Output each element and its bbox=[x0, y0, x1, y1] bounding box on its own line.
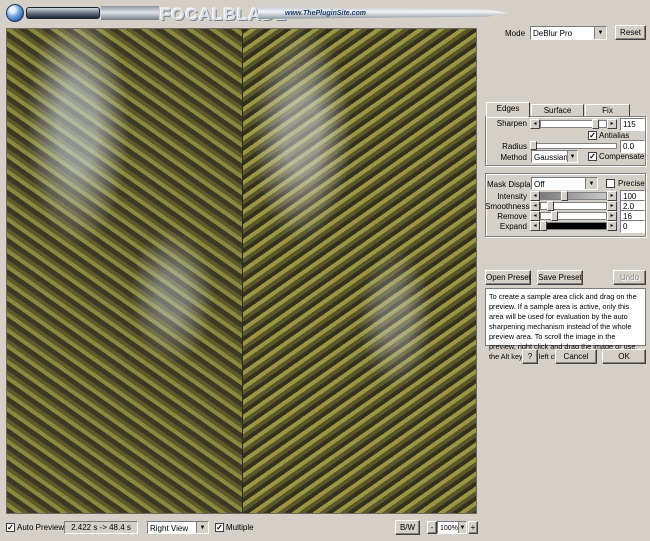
remove-slider-thumb[interactable] bbox=[551, 211, 558, 221]
ok-button[interactable]: OK bbox=[602, 349, 646, 364]
chevron-down-icon[interactable]: ▼ bbox=[458, 522, 466, 533]
expand-increase-button[interactable]: ▸ bbox=[607, 221, 617, 231]
cancel-button[interactable]: Cancel bbox=[555, 349, 597, 364]
check-icon: ✓ bbox=[589, 152, 596, 161]
mode-select-value: DeBlur Pro bbox=[533, 29, 573, 38]
expand-slider-thumb[interactable] bbox=[540, 221, 547, 231]
mode-select[interactable]: DeBlur Pro ▼ bbox=[530, 26, 607, 40]
expand-value-field[interactable]: 0 bbox=[620, 220, 645, 233]
open-preset-button[interactable]: Open Preset bbox=[485, 270, 531, 285]
compensate-label: Compensate bbox=[599, 152, 645, 161]
mask-display-select[interactable]: Off ▼ bbox=[531, 177, 598, 190]
radius-slider-track[interactable] bbox=[530, 143, 617, 149]
check-icon: ✓ bbox=[7, 523, 14, 532]
zoom-select[interactable]: 100% ▼ bbox=[437, 521, 467, 534]
blade-guard-icon bbox=[101, 6, 159, 20]
sharpen-slider-thumb[interactable] bbox=[592, 119, 599, 129]
radius-slider-thumb[interactable] bbox=[530, 141, 537, 150]
chevron-down-icon[interactable]: ▼ bbox=[585, 178, 597, 189]
preview-divider bbox=[242, 29, 243, 513]
chevron-down-icon[interactable]: ▼ bbox=[196, 522, 208, 533]
timing-readout: 2.422 s -> 48.4 s bbox=[64, 521, 138, 534]
method-select[interactable]: Gaussian ▼ bbox=[531, 150, 578, 163]
multiple-checkbox[interactable]: ✓ bbox=[215, 523, 224, 532]
remove-decrease-button[interactable]: ◂ bbox=[530, 211, 540, 221]
mask-display-label: Mask Display bbox=[487, 180, 535, 189]
mask-display-value: Off bbox=[534, 180, 545, 189]
smoothness-increase-button[interactable]: ▸ bbox=[607, 201, 617, 211]
mode-label: Mode bbox=[505, 29, 526, 38]
view-select-value: Right View bbox=[150, 524, 189, 533]
chevron-down-icon[interactable]: ▼ bbox=[567, 151, 577, 162]
method-label: Method bbox=[500, 153, 527, 162]
check-icon: ✓ bbox=[216, 523, 223, 532]
zoom-value: 100% bbox=[440, 525, 458, 532]
preview-area[interactable] bbox=[6, 28, 477, 514]
auto-preview-checkbox[interactable]: ✓ bbox=[6, 523, 15, 532]
sharpen-decrease-button[interactable]: ◂ bbox=[530, 119, 540, 129]
expand-decrease-button[interactable]: ◂ bbox=[530, 221, 540, 231]
blade-handle-icon bbox=[26, 7, 100, 19]
intensity-slider-track[interactable] bbox=[540, 192, 607, 200]
save-preset-button[interactable]: Save Preset bbox=[537, 270, 583, 285]
intensity-increase-button[interactable]: ▸ bbox=[607, 191, 617, 201]
view-select[interactable]: Right View ▼ bbox=[147, 521, 209, 534]
intensity-decrease-button[interactable]: ◂ bbox=[530, 191, 540, 201]
zoom-out-button[interactable]: - bbox=[427, 521, 437, 534]
zoom-in-button[interactable]: + bbox=[468, 521, 478, 534]
sharpen-increase-button[interactable]: ▸ bbox=[607, 119, 617, 129]
logo-orb-icon bbox=[6, 4, 24, 22]
check-icon: ✓ bbox=[589, 131, 596, 140]
preview-sharpened[interactable] bbox=[243, 29, 476, 513]
precise-checkbox[interactable] bbox=[606, 179, 615, 188]
site-url: www.ThePluginSite.com bbox=[285, 10, 367, 17]
auto-preview-label: Auto Preview bbox=[17, 523, 65, 532]
expand-slider-track[interactable] bbox=[540, 222, 607, 230]
bw-button[interactable]: B/W bbox=[395, 520, 420, 535]
remove-increase-button[interactable]: ▸ bbox=[607, 211, 617, 221]
tab-edges[interactable]: Edges bbox=[486, 102, 530, 117]
multiple-label: Multiple bbox=[226, 523, 254, 532]
title-banner: FOCALBLADE www.ThePluginSite.com bbox=[0, 0, 650, 28]
radius-label: Radius bbox=[502, 142, 527, 151]
undo-button[interactable]: Undo bbox=[613, 270, 646, 285]
compensate-checkbox[interactable]: ✓ bbox=[588, 152, 597, 161]
smoothness-label: Smoothness bbox=[485, 202, 530, 211]
smoothness-slider-thumb[interactable] bbox=[547, 201, 554, 211]
help-button[interactable]: ? bbox=[522, 349, 538, 364]
reset-button[interactable]: Reset bbox=[615, 25, 646, 40]
precise-label: Precise bbox=[618, 179, 645, 188]
chevron-down-icon[interactable]: ▼ bbox=[594, 27, 606, 39]
expand-label: Expand bbox=[499, 222, 527, 231]
info-text-box: To create a sample area click and drag o… bbox=[485, 288, 646, 361]
preview-original[interactable] bbox=[7, 29, 243, 513]
method-select-value: Gaussian bbox=[534, 153, 568, 162]
antialias-checkbox[interactable]: ✓ bbox=[588, 131, 597, 140]
sharpen-label: Sharpen bbox=[496, 119, 527, 128]
sharpen-value-field[interactable]: 115 bbox=[620, 118, 645, 131]
smoothness-decrease-button[interactable]: ◂ bbox=[530, 201, 540, 211]
intensity-label: Intensity bbox=[497, 192, 527, 201]
remove-label: Remove bbox=[497, 212, 527, 221]
intensity-slider-thumb[interactable] bbox=[561, 191, 568, 201]
